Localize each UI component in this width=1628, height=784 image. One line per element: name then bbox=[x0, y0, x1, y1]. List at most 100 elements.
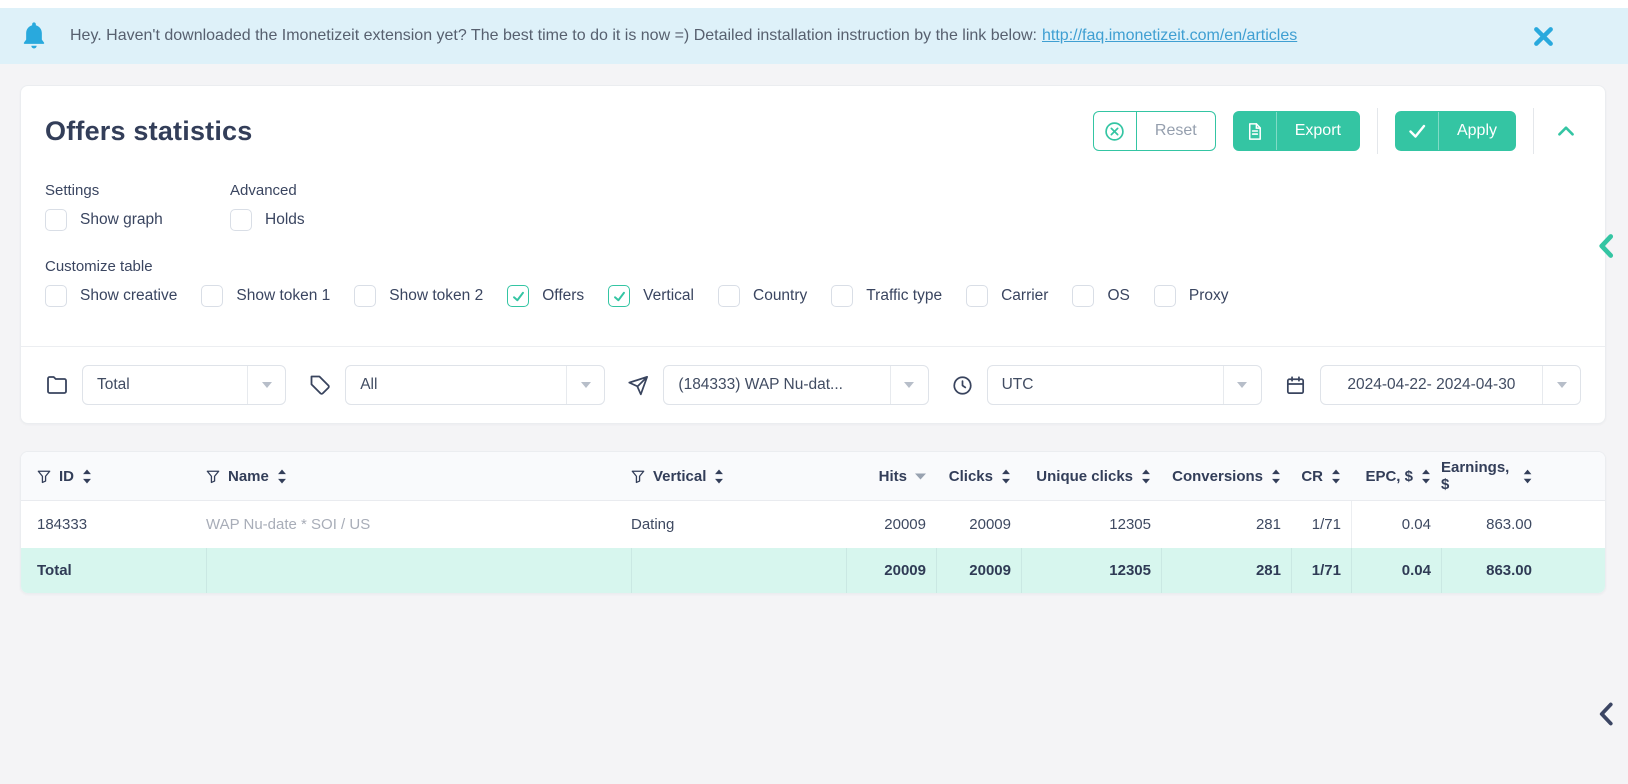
checkbox-box[interactable] bbox=[45, 285, 67, 307]
column-header-hits[interactable]: Hits bbox=[846, 468, 936, 485]
column-header-conversions[interactable]: Conversions bbox=[1161, 468, 1291, 485]
settings-advanced-row: Settings Show graph Advanced Holds bbox=[21, 154, 1605, 231]
sort-icon bbox=[1421, 469, 1431, 484]
column-label: EPC, $ bbox=[1365, 468, 1413, 485]
total-name-cell bbox=[206, 548, 631, 593]
apply-button[interactable]: Apply bbox=[1395, 111, 1516, 151]
sort-desc-icon bbox=[915, 473, 926, 480]
checkbox-proxy[interactable]: Proxy bbox=[1154, 285, 1229, 307]
filter-group-tag: All bbox=[308, 365, 605, 405]
checkbox-label: Offers bbox=[542, 287, 584, 305]
sort-icon bbox=[82, 469, 92, 484]
checkbox-os[interactable]: OS bbox=[1072, 285, 1129, 307]
column-header-clicks[interactable]: Clicks bbox=[936, 468, 1021, 485]
bell-icon bbox=[20, 21, 48, 51]
checkbox-label: Show token 2 bbox=[389, 287, 483, 305]
check-icon bbox=[1396, 112, 1439, 150]
filter-funnel-icon bbox=[37, 469, 51, 484]
checkbox-country[interactable]: Country bbox=[718, 285, 807, 307]
checkbox-label: Show graph bbox=[80, 211, 163, 229]
offers-statistics-panel: Offers statistics Reset Ex bbox=[20, 85, 1606, 424]
chevron-up-icon[interactable] bbox=[1551, 116, 1581, 146]
checkbox-show-graph[interactable]: Show graph bbox=[45, 209, 230, 231]
checkbox-traffic-type[interactable]: Traffic type bbox=[831, 285, 942, 307]
checkbox-offers[interactable]: Offers bbox=[507, 285, 584, 307]
notification-link[interactable]: http://faq.imonetizeit.com/en/articles bbox=[1042, 27, 1297, 44]
panel-collapse-chevron-left-icon[interactable] bbox=[1597, 233, 1616, 259]
notification-bar: Hey. Haven't downloaded the Imonetizeit … bbox=[0, 8, 1628, 64]
checkbox-show-token-2[interactable]: Show token 2 bbox=[354, 285, 483, 307]
date-range-dropdown[interactable]: 2024-04-22- 2024-04-30 bbox=[1320, 365, 1581, 405]
checkbox-holds[interactable]: Holds bbox=[230, 209, 305, 231]
reset-button[interactable]: Reset bbox=[1093, 111, 1216, 151]
checkbox-box[interactable] bbox=[1154, 285, 1176, 307]
dropdown-value: All bbox=[346, 376, 566, 394]
checkbox-show-token-1[interactable]: Show token 1 bbox=[201, 285, 330, 307]
document-icon bbox=[1234, 112, 1277, 150]
cell-epc: 0.04 bbox=[1351, 501, 1441, 548]
cell-id: 184333 bbox=[21, 516, 206, 533]
panel-actions: Reset Export Apply bbox=[1093, 108, 1581, 154]
checkbox-box[interactable] bbox=[507, 285, 529, 307]
checkbox-label: Show creative bbox=[80, 287, 177, 305]
cell-hits: 20009 bbox=[846, 516, 936, 533]
chevron-down-icon[interactable] bbox=[566, 366, 604, 404]
page-title: Offers statistics bbox=[45, 113, 252, 149]
export-button[interactable]: Export bbox=[1233, 111, 1360, 151]
column-header-id[interactable]: ID bbox=[21, 468, 206, 485]
total-hits: 20009 bbox=[846, 548, 936, 593]
tag-dropdown[interactable]: All bbox=[345, 365, 605, 405]
checkbox-label: Carrier bbox=[1001, 287, 1048, 305]
group-by-dropdown[interactable]: Total bbox=[82, 365, 286, 405]
close-icon[interactable] bbox=[1534, 27, 1553, 46]
checkbox-label: Proxy bbox=[1189, 287, 1229, 305]
filters-row: Total All (184333) WAP Nu-dat... bbox=[21, 347, 1605, 423]
total-unique-clicks: 12305 bbox=[1021, 548, 1161, 593]
column-header-cr[interactable]: CR bbox=[1291, 468, 1351, 485]
cell-name: WAP Nu-date * SOI / US bbox=[206, 516, 631, 533]
checkbox-box[interactable] bbox=[1072, 285, 1094, 307]
chevron-down-icon[interactable] bbox=[1542, 366, 1580, 404]
checkbox-carrier[interactable]: Carrier bbox=[966, 285, 1048, 307]
checkbox-box[interactable] bbox=[230, 209, 252, 231]
timezone-dropdown[interactable]: UTC bbox=[987, 365, 1262, 405]
checkbox-box[interactable] bbox=[354, 285, 376, 307]
column-header-name[interactable]: Name bbox=[206, 468, 631, 485]
checkbox-label: Country bbox=[753, 287, 807, 305]
checkbox-label: Vertical bbox=[643, 287, 694, 305]
sort-icon bbox=[1523, 469, 1532, 484]
top-white-strip bbox=[0, 0, 1628, 8]
total-earnings: 863.00 bbox=[1441, 548, 1605, 593]
checkbox-box[interactable] bbox=[608, 285, 630, 307]
total-clicks: 20009 bbox=[936, 548, 1021, 593]
offer-dropdown[interactable]: (184333) WAP Nu-dat... bbox=[663, 365, 928, 405]
filter-group-date-range: 2024-04-22- 2024-04-30 bbox=[1284, 365, 1581, 405]
column-label: Name bbox=[228, 468, 269, 485]
cell-earnings: 863.00 bbox=[1441, 516, 1605, 533]
chevron-down-icon[interactable] bbox=[247, 366, 285, 404]
column-header-unique-clicks[interactable]: Unique clicks bbox=[1021, 468, 1161, 485]
chevron-down-icon[interactable] bbox=[890, 366, 928, 404]
column-label: Unique clicks bbox=[1036, 468, 1133, 485]
column-label: CR bbox=[1301, 468, 1323, 485]
reset-button-label: Reset bbox=[1137, 122, 1215, 140]
table-header-row: ID Name Vertical Hits Clicks Unique clic… bbox=[21, 452, 1605, 501]
column-header-vertical[interactable]: Vertical bbox=[631, 468, 846, 485]
checkbox-box[interactable] bbox=[966, 285, 988, 307]
filter-group-timezone: UTC bbox=[951, 365, 1262, 405]
checkbox-box[interactable] bbox=[718, 285, 740, 307]
checkbox-box[interactable] bbox=[201, 285, 223, 307]
checkbox-vertical[interactable]: Vertical bbox=[608, 285, 694, 307]
checkbox-box[interactable] bbox=[831, 285, 853, 307]
checkbox-box[interactable] bbox=[45, 209, 67, 231]
chevron-down-icon[interactable] bbox=[1223, 366, 1261, 404]
checkbox-show-creative[interactable]: Show creative bbox=[45, 285, 177, 307]
customize-table-section: Customize table Show creative Show token… bbox=[21, 231, 1605, 307]
column-header-earnings[interactable]: Earnings, $ bbox=[1441, 459, 1605, 493]
panel-header: Offers statistics Reset Ex bbox=[21, 86, 1605, 154]
bottom-collapse-chevron-left-icon[interactable] bbox=[1597, 701, 1616, 727]
sort-icon bbox=[1001, 469, 1011, 484]
total-epc: 0.04 bbox=[1351, 548, 1441, 593]
column-header-epc[interactable]: EPC, $ bbox=[1351, 468, 1441, 485]
vertical-divider bbox=[1377, 108, 1378, 154]
